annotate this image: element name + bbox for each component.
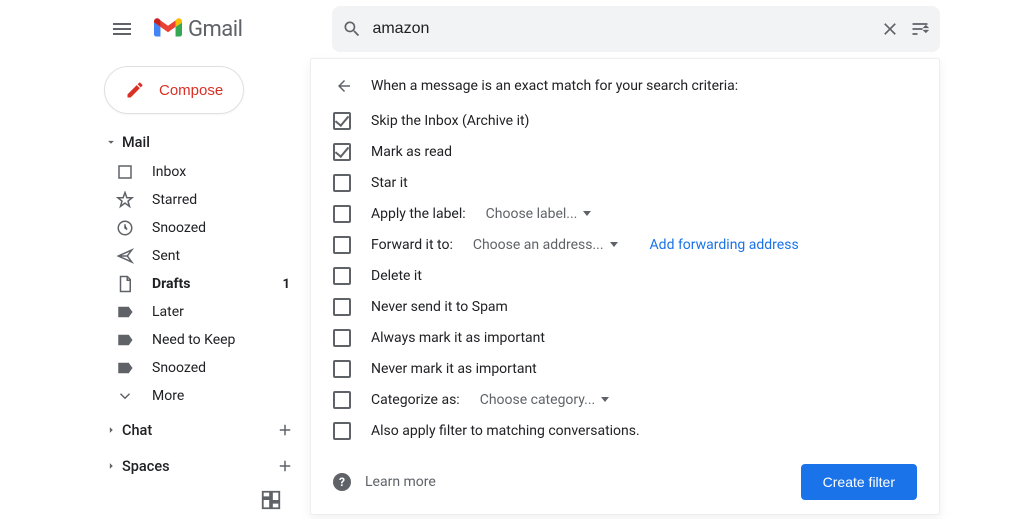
filter-option-5: Delete it [333, 260, 917, 291]
filter-option-label: Mark as read [371, 144, 452, 160]
plus-icon[interactable] [276, 457, 294, 475]
gmail-logo-text: Gmail [188, 17, 242, 42]
filter-checkbox[interactable] [333, 391, 351, 409]
filter-checkbox[interactable] [333, 422, 351, 440]
caret-right-icon [104, 459, 118, 473]
filter-option-9: Categorize as: Choose category... [333, 384, 917, 415]
filter-option-select[interactable]: Choose label... [486, 206, 592, 222]
plus-icon[interactable] [276, 421, 294, 439]
sidebar-item-sent[interactable]: Sent [94, 242, 310, 270]
clear-search-icon[interactable] [880, 19, 900, 39]
filter-checkbox[interactable] [333, 174, 351, 192]
create-filter-button[interactable]: Create filter [801, 464, 917, 500]
filter-option-4: Forward it to: Choose an address... Add fo… [333, 229, 917, 260]
dropdown-triangle-icon [583, 211, 591, 216]
dropdown-triangle-icon [610, 242, 618, 247]
section-mail[interactable]: Mail [94, 126, 310, 158]
sidebar-item-need-to-keep[interactable]: Need to Keep [94, 326, 310, 354]
clock-icon [116, 219, 134, 237]
search-bar [332, 6, 940, 52]
sidebar-item-more[interactable]: More [94, 382, 310, 410]
filter-option-label: Star it [371, 175, 408, 191]
filter-option-label: Delete it [371, 268, 422, 284]
filter-option-3: Apply the label: Choose label... [333, 198, 917, 229]
label-icon [116, 359, 134, 377]
dropdown-triangle-icon [601, 397, 609, 402]
filter-option-1: Mark as read [333, 136, 917, 167]
grid-icon[interactable] [260, 489, 282, 511]
search-icon[interactable] [342, 19, 362, 39]
filter-option-6: Never send it to Spam [333, 291, 917, 322]
search-options-icon[interactable] [910, 19, 930, 39]
label-icon [116, 303, 134, 321]
compose-button[interactable]: Compose [104, 66, 244, 114]
inbox-icon [116, 163, 134, 181]
filter-checkbox[interactable] [333, 205, 351, 223]
filter-checkbox[interactable] [333, 329, 351, 347]
sidebar-item-snoozed[interactable]: Snoozed [94, 214, 310, 242]
filter-panel: When a message is an exact match for you… [310, 58, 940, 515]
filter-option-0: Skip the Inbox (Archive it) [333, 105, 917, 136]
filter-option-7: Always mark it as important [333, 322, 917, 353]
filter-option-label: Apply the label: [371, 206, 466, 222]
section-spaces[interactable]: Spaces [94, 450, 310, 482]
sidebar: Compose Mail Inbox Starred Snoozed Sent [94, 58, 310, 519]
sidebar-item-snoozed-label[interactable]: Snoozed [94, 354, 310, 382]
send-icon [116, 247, 134, 265]
compose-label: Compose [159, 82, 223, 99]
help-icon[interactable]: ? [333, 473, 351, 491]
sidebar-item-drafts[interactable]: Drafts 1 [94, 270, 310, 298]
sidebar-item-later[interactable]: Later [94, 298, 310, 326]
filter-checkbox[interactable] [333, 236, 351, 254]
filter-option-label: Never mark it as important [371, 361, 537, 377]
section-chat[interactable]: Chat [94, 414, 310, 446]
sidebar-item-starred[interactable]: Starred [94, 186, 310, 214]
caret-right-icon [104, 423, 118, 437]
chevron-down-icon [116, 387, 134, 405]
filter-option-label: Skip the Inbox (Archive it) [371, 113, 529, 129]
filter-header-text: When a message is an exact match for you… [371, 78, 738, 94]
filter-option-label: Forward it to: [371, 237, 453, 253]
filter-option-label: Categorize as: [371, 392, 460, 408]
filter-option-10: Also apply filter to matching conversati… [333, 415, 917, 446]
filter-checkbox[interactable] [333, 143, 351, 161]
filter-checkbox[interactable] [333, 267, 351, 285]
search-input[interactable] [372, 20, 870, 38]
gmail-logo[interactable]: Gmail [154, 17, 242, 42]
filter-option-select[interactable]: Choose category... [480, 392, 610, 408]
filter-option-2: Star it [333, 167, 917, 198]
filter-checkbox[interactable] [333, 360, 351, 378]
filter-checkbox[interactable] [333, 112, 351, 130]
add-forwarding-link[interactable]: Add forwarding address [650, 237, 799, 253]
learn-more-link[interactable]: Learn more [365, 474, 436, 490]
drafts-count: 1 [283, 277, 290, 292]
sidebar-item-inbox[interactable]: Inbox [94, 158, 310, 186]
star-icon [116, 191, 134, 209]
filter-option-label: Also apply filter to matching conversati… [371, 423, 640, 439]
filter-option-select[interactable]: Choose an address... [473, 237, 618, 253]
label-icon [116, 331, 134, 349]
gmail-logo-icon [154, 18, 182, 40]
filter-option-label: Always mark it as important [371, 330, 545, 346]
back-arrow-icon[interactable] [335, 77, 353, 95]
filter-option-label: Never send it to Spam [371, 299, 508, 315]
filter-option-8: Never mark it as important [333, 353, 917, 384]
draft-icon [116, 275, 134, 293]
caret-down-icon [104, 135, 118, 149]
menu-icon[interactable] [110, 17, 134, 41]
filter-checkbox[interactable] [333, 298, 351, 316]
pencil-icon [125, 80, 145, 100]
